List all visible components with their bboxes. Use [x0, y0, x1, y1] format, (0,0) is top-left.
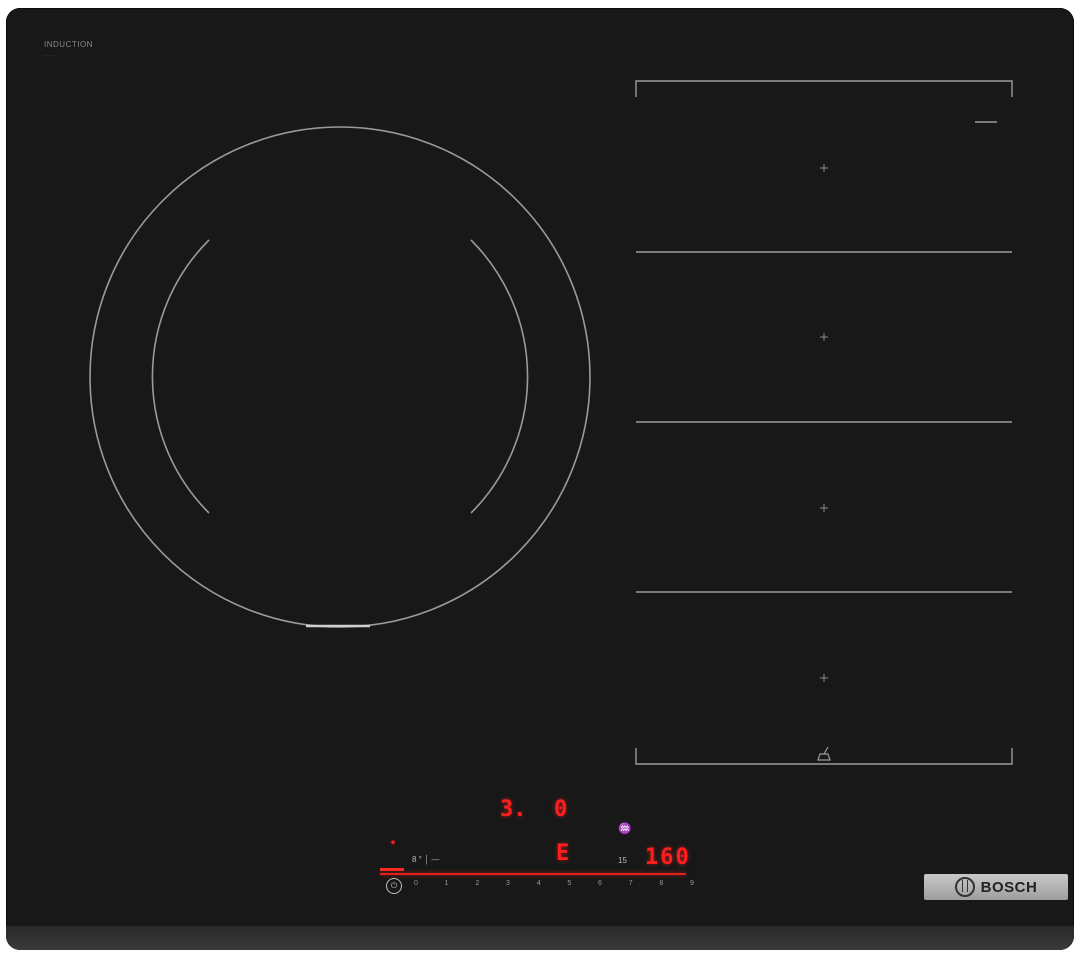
cooktop-markings [89, 80, 1013, 765]
slider-step[interactable]: 9 [690, 880, 694, 894]
slider-step[interactable]: 1 [445, 880, 449, 894]
brand-logo-plate: BOSCH [924, 874, 1068, 900]
power-level-display: 3. [500, 797, 527, 822]
zone-center-mark-1[interactable] [820, 164, 828, 172]
flex-zone-pan-icon [817, 746, 831, 761]
brand-logo-text: BOSCH [980, 878, 1038, 896]
frying-sensor-label[interactable]: 15 [618, 856, 627, 865]
mode-display: E [556, 841, 570, 866]
zone-center-mark-3[interactable] [820, 504, 828, 512]
slider-step[interactable]: 7 [629, 880, 633, 894]
slider-step[interactable]: 5 [567, 880, 571, 894]
cooktop-front-edge [6, 926, 1074, 950]
zone-center-mark-2[interactable] [820, 333, 828, 341]
timer-label[interactable]: 8 ° │ ― [412, 855, 439, 864]
round-cooking-zone[interactable] [89, 126, 591, 628]
slider-step[interactable]: 2 [475, 880, 479, 894]
frying-sensor-icon[interactable]: ♒ [618, 822, 632, 835]
flex-zone-top-bracket [635, 80, 1013, 97]
inner-zone-arc-left [151, 239, 210, 514]
power-slider-track[interactable] [380, 873, 686, 875]
temperature-display: 160 [645, 845, 691, 870]
flex-zone-bottom-bracket [635, 748, 1013, 765]
inner-zone-arc-right [470, 239, 529, 514]
timer-display: 0 [554, 797, 568, 822]
bosch-armature-icon [954, 877, 975, 897]
slider-step[interactable]: 6 [598, 880, 602, 894]
power-slider-scale[interactable]: 0 1 2 3 4 5 6 7 8 9 [414, 880, 694, 894]
active-zone-indicator: • [390, 838, 397, 849]
slider-step[interactable]: 0 [414, 880, 418, 894]
slider-step[interactable]: 8 [659, 880, 663, 894]
induction-cooktop: INDUCTION ...... 3. 0 E 160 • 8 ° │ ― ♒ … [6, 8, 1074, 950]
slider-step[interactable]: 3 [506, 880, 510, 894]
slider-step[interactable]: 4 [537, 880, 541, 894]
zone-center-mark-4[interactable] [820, 674, 828, 682]
selected-zone-marker [380, 868, 404, 871]
power-button-icon[interactable]: ⏻ [386, 878, 402, 894]
